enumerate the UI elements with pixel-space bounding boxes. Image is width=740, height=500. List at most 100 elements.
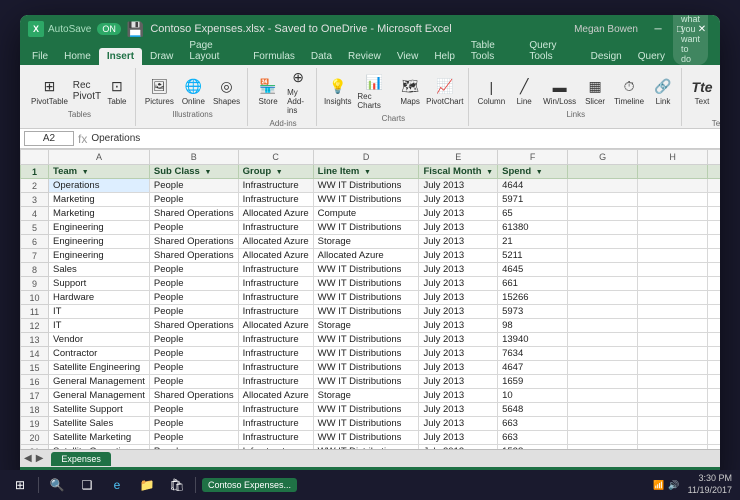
- cell-12-9[interactable]: [708, 319, 720, 333]
- cell-14-6[interactable]: 7634: [498, 347, 568, 361]
- cell-18-2[interactable]: People: [149, 403, 238, 417]
- cell-9-9[interactable]: [708, 277, 720, 291]
- cell-14-3[interactable]: Infrastructure: [238, 347, 313, 361]
- cell-11-7[interactable]: [568, 305, 638, 319]
- cell-19-6[interactable]: 663: [498, 417, 568, 431]
- col-header-b[interactable]: B: [149, 150, 238, 165]
- tab-review[interactable]: Review: [340, 48, 389, 65]
- cell-14-2[interactable]: People: [149, 347, 238, 361]
- cell-10-8[interactable]: [638, 291, 708, 305]
- cell-15-3[interactable]: Infrastructure: [238, 361, 313, 375]
- tab-help[interactable]: Help: [426, 48, 463, 65]
- cell-20-8[interactable]: [638, 431, 708, 445]
- cell-18-7[interactable]: [568, 403, 638, 417]
- cell-12-7[interactable]: [568, 319, 638, 333]
- tab-query[interactable]: Query: [630, 48, 673, 65]
- cell-5-4[interactable]: WW IT Distributions: [313, 221, 419, 235]
- cell-4-1[interactable]: Marketing: [49, 207, 150, 221]
- cell-5-5[interactable]: July 2013: [419, 221, 498, 235]
- cell-reference[interactable]: A2: [24, 131, 74, 146]
- cell-7-7[interactable]: [568, 249, 638, 263]
- cell-12-6[interactable]: 98: [498, 319, 568, 333]
- cell-9-7[interactable]: [568, 277, 638, 291]
- cell-3-1[interactable]: Marketing: [49, 193, 150, 207]
- formula-input[interactable]: Operations: [91, 133, 716, 144]
- cell-13-3[interactable]: Infrastructure: [238, 333, 313, 347]
- cell-9-3[interactable]: Infrastructure: [238, 277, 313, 291]
- cell-9-8[interactable]: [638, 277, 708, 291]
- cell-2-8[interactable]: [638, 179, 708, 193]
- cell-15-1[interactable]: Satellite Engineering: [49, 361, 150, 375]
- cell-18-6[interactable]: 5648: [498, 403, 568, 417]
- slicer-button[interactable]: ▦Slicer: [581, 75, 609, 108]
- cell-5-7[interactable]: [568, 221, 638, 235]
- cell-16-1[interactable]: General Management: [49, 375, 150, 389]
- cell-8-6[interactable]: 4645: [498, 263, 568, 277]
- cell-10-5[interactable]: July 2013: [419, 291, 498, 305]
- cell-19-9[interactable]: [708, 417, 720, 431]
- cell-14-7[interactable]: [568, 347, 638, 361]
- online-pictures-button[interactable]: 🌐Online: [179, 75, 208, 108]
- cell-5-2[interactable]: People: [149, 221, 238, 235]
- col-header-g[interactable]: G: [568, 150, 638, 165]
- cell-16-6[interactable]: 1659: [498, 375, 568, 389]
- cell-19-7[interactable]: [568, 417, 638, 431]
- cell-6-9[interactable]: [708, 235, 720, 249]
- cell-13-9[interactable]: [708, 333, 720, 347]
- cell-7-8[interactable]: [638, 249, 708, 263]
- my-addins-button[interactable]: ⊕My Add-ins: [284, 66, 312, 117]
- cell-7-2[interactable]: Shared Operations: [149, 249, 238, 263]
- cell-7-6[interactable]: 5211: [498, 249, 568, 263]
- cell-17-2[interactable]: Shared Operations: [149, 389, 238, 403]
- cell-15-4[interactable]: WW IT Distributions: [313, 361, 419, 375]
- edge-button[interactable]: e: [105, 473, 129, 497]
- cell-4-3[interactable]: Allocated Azure: [238, 207, 313, 221]
- cell-14-1[interactable]: Contractor: [49, 347, 150, 361]
- tab-view[interactable]: View: [389, 48, 427, 65]
- col-header-i[interactable]: I: [708, 150, 720, 165]
- cell-10-6[interactable]: 15266: [498, 291, 568, 305]
- cell-9-5[interactable]: July 2013: [419, 277, 498, 291]
- line-button[interactable]: ╱Line: [510, 75, 538, 108]
- cell-19-1[interactable]: Satellite Sales: [49, 417, 150, 431]
- cell-16-5[interactable]: July 2013: [419, 375, 498, 389]
- cell-11-4[interactable]: WW IT Distributions: [313, 305, 419, 319]
- header-footer-button[interactable]: ▭Header &Footer: [718, 66, 720, 117]
- cell-4-5[interactable]: July 2013: [419, 207, 498, 221]
- link-button[interactable]: 🔗Link: [649, 75, 677, 108]
- cell-15-2[interactable]: People: [149, 361, 238, 375]
- scroll-tabs-left[interactable]: ◀: [24, 453, 32, 464]
- cell-4-8[interactable]: [638, 207, 708, 221]
- cell-12-5[interactable]: July 2013: [419, 319, 498, 333]
- cell-11-8[interactable]: [638, 305, 708, 319]
- col-header-c[interactable]: C: [238, 150, 313, 165]
- cell-11-3[interactable]: Infrastructure: [238, 305, 313, 319]
- insights-button[interactable]: 💡Insights: [323, 75, 352, 108]
- cell-17-9[interactable]: [708, 389, 720, 403]
- sheet-tab-expenses[interactable]: Expenses: [51, 452, 111, 466]
- tab-design[interactable]: Design: [583, 48, 630, 65]
- cell-12-3[interactable]: Allocated Azure: [238, 319, 313, 333]
- cell-8-4[interactable]: WW IT Distributions: [313, 263, 419, 277]
- cell-10-9[interactable]: [708, 291, 720, 305]
- col-header-e[interactable]: E: [419, 150, 498, 165]
- cell-13-6[interactable]: 13940: [498, 333, 568, 347]
- cell-6-5[interactable]: July 2013: [419, 235, 498, 249]
- cell-8-9[interactable]: [708, 263, 720, 277]
- tab-data[interactable]: Data: [303, 48, 340, 65]
- cell-18-1[interactable]: Satellite Support: [49, 403, 150, 417]
- cell-16-7[interactable]: [568, 375, 638, 389]
- cell-3-6[interactable]: 5971: [498, 193, 568, 207]
- cell-8-5[interactable]: July 2013: [419, 263, 498, 277]
- col-header-f[interactable]: F: [498, 150, 568, 165]
- cell-2-1[interactable]: Operations: [49, 179, 150, 193]
- cell-9-1[interactable]: Support: [49, 277, 150, 291]
- cell-4-9[interactable]: [708, 207, 720, 221]
- cell-3-3[interactable]: Infrastructure: [238, 193, 313, 207]
- cell-5-6[interactable]: 61380: [498, 221, 568, 235]
- win-loss-button[interactable]: ▬Win/Loss: [540, 75, 579, 108]
- search-button[interactable]: 🔍: [45, 473, 69, 497]
- start-button[interactable]: ⊞: [8, 473, 32, 497]
- cell-12-4[interactable]: Storage: [313, 319, 419, 333]
- col-header-d[interactable]: D: [313, 150, 419, 165]
